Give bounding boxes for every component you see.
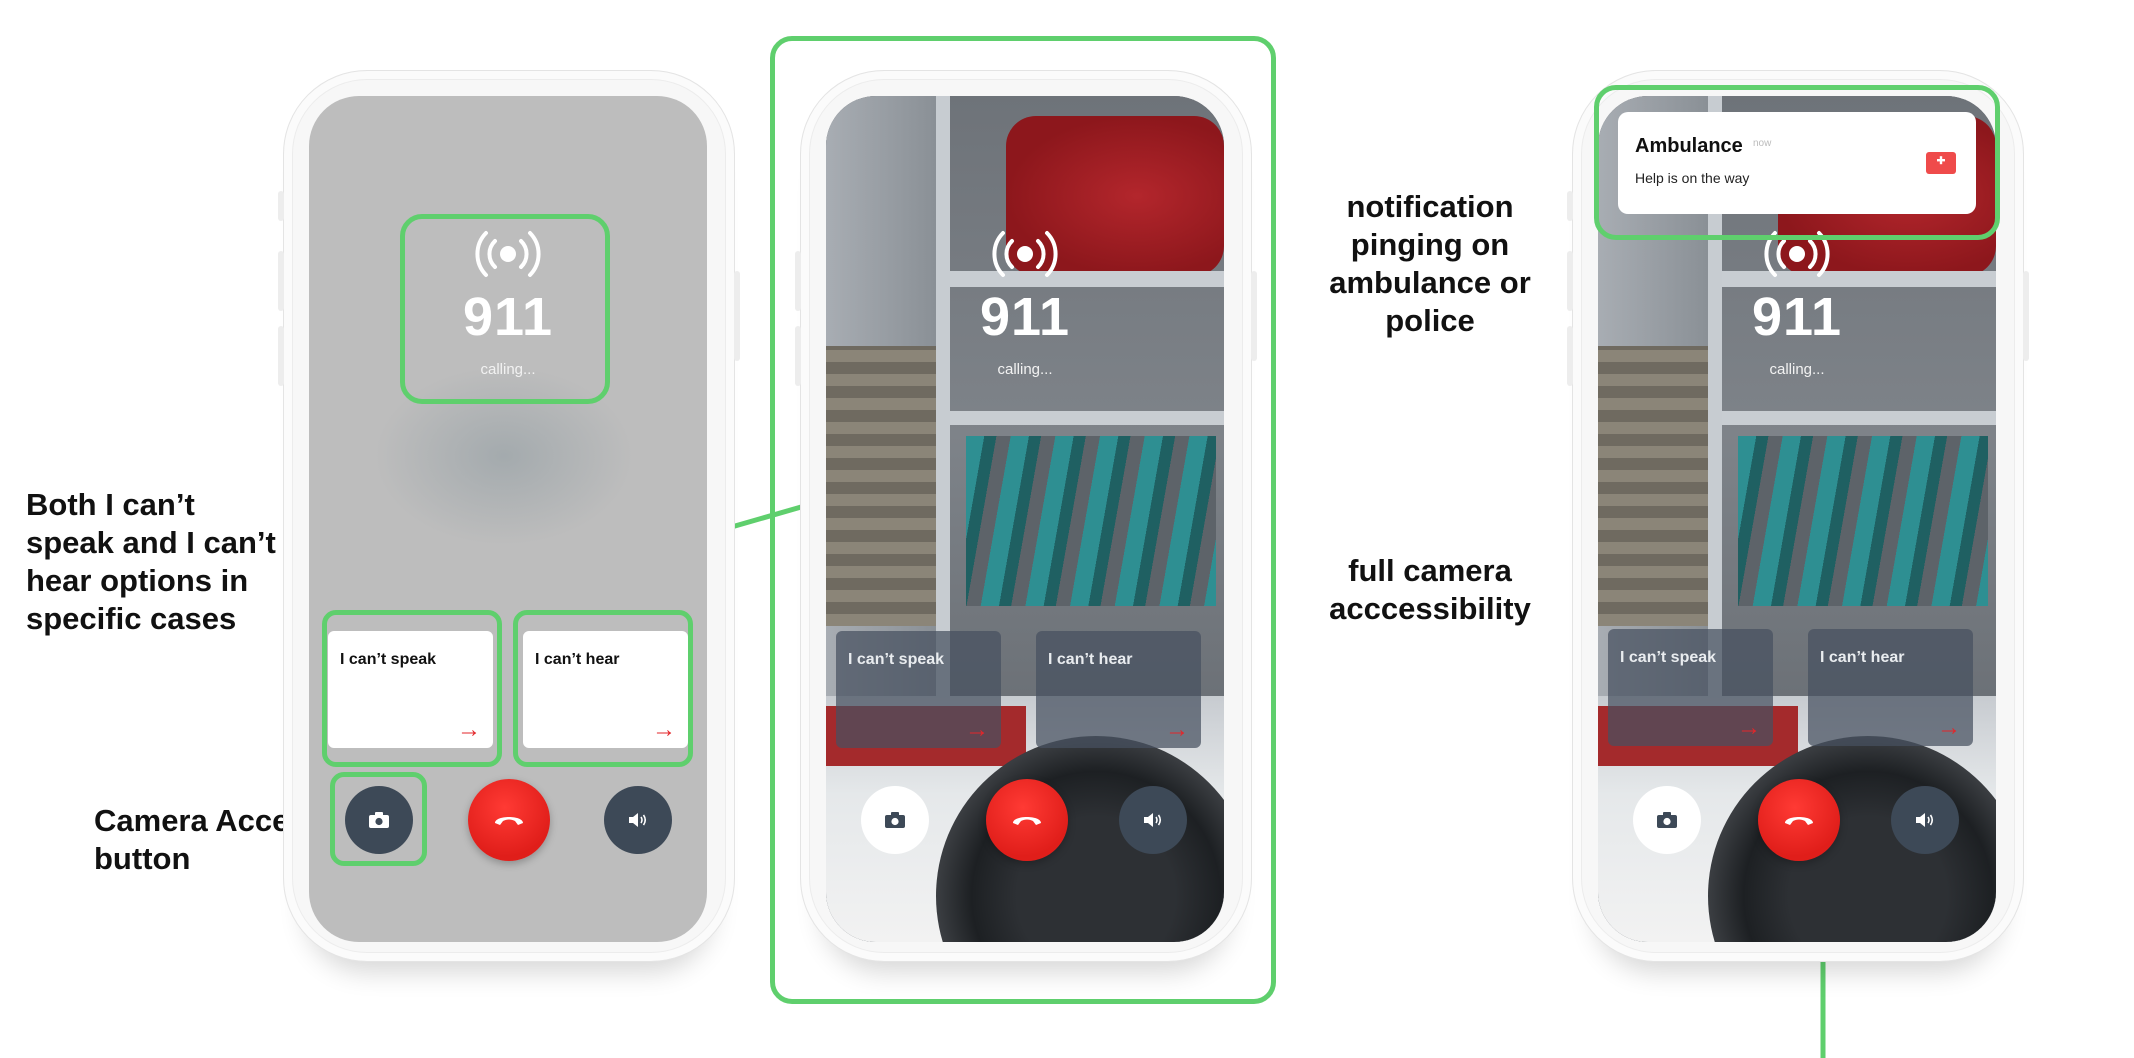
call-status: calling... xyxy=(1769,361,1825,378)
cant-speak-label: I can’t speak xyxy=(848,651,945,668)
cant-hear-label: I can’t hear xyxy=(1048,651,1133,668)
end-call-button[interactable] xyxy=(986,779,1068,861)
highlight-notification xyxy=(1594,85,2000,240)
arrow-right-icon: → xyxy=(1937,714,1961,741)
camera-access-annotation: full camera acccessibility xyxy=(1329,553,1531,626)
speaker-button[interactable] xyxy=(1891,786,1959,854)
speaker-button[interactable] xyxy=(1119,786,1187,854)
end-call-button[interactable] xyxy=(1758,779,1840,861)
arrow-right-icon: → xyxy=(1737,714,1761,741)
highlight-camera-button xyxy=(330,772,427,866)
phone-mockup-camera: 911 calling... I can’t speak → I can’t h… xyxy=(795,70,1257,962)
speaker-icon xyxy=(1144,813,1162,827)
phone-hangup-icon xyxy=(1013,817,1041,825)
camera-icon xyxy=(1657,812,1677,828)
arrow-right-icon: → xyxy=(1165,716,1189,743)
phone-hangup-icon xyxy=(1785,817,1813,825)
highlight-cant-speak xyxy=(322,610,502,767)
phone-hangup-icon xyxy=(495,817,523,825)
camera-button[interactable] xyxy=(861,786,929,854)
cant-speak-card[interactable]: I can’t speak → xyxy=(836,631,1001,748)
call-number: 911 xyxy=(1751,287,1843,347)
arrow-right-icon: → xyxy=(965,716,989,743)
cant-hear-card[interactable]: I can’t hear → xyxy=(1808,629,1973,746)
cant-hear-label: I can’t hear xyxy=(1820,649,1905,666)
camera-icon xyxy=(885,812,905,828)
call-status: calling... xyxy=(997,361,1053,378)
highlight-call-info xyxy=(400,214,610,404)
speaker-icon xyxy=(629,813,647,827)
highlight-cant-hear xyxy=(513,610,693,767)
notification-annotation: notification pinging on ambulance or pol… xyxy=(1329,189,1531,338)
cant-speak-label: I can’t speak xyxy=(1620,649,1717,666)
camera-view: 911 calling... I can’t speak → I can’t h… xyxy=(826,96,1224,942)
camera-button[interactable] xyxy=(1633,786,1701,854)
cant-speak-card[interactable]: I can’t speak → xyxy=(1608,629,1773,746)
speaker-button[interactable] xyxy=(604,786,672,854)
end-call-button[interactable] xyxy=(468,779,550,861)
speaker-icon xyxy=(1916,813,1934,827)
call-number: 911 xyxy=(979,287,1071,347)
broadcast-icon xyxy=(992,231,1058,277)
cant-hear-card[interactable]: I can’t hear → xyxy=(1036,631,1201,748)
